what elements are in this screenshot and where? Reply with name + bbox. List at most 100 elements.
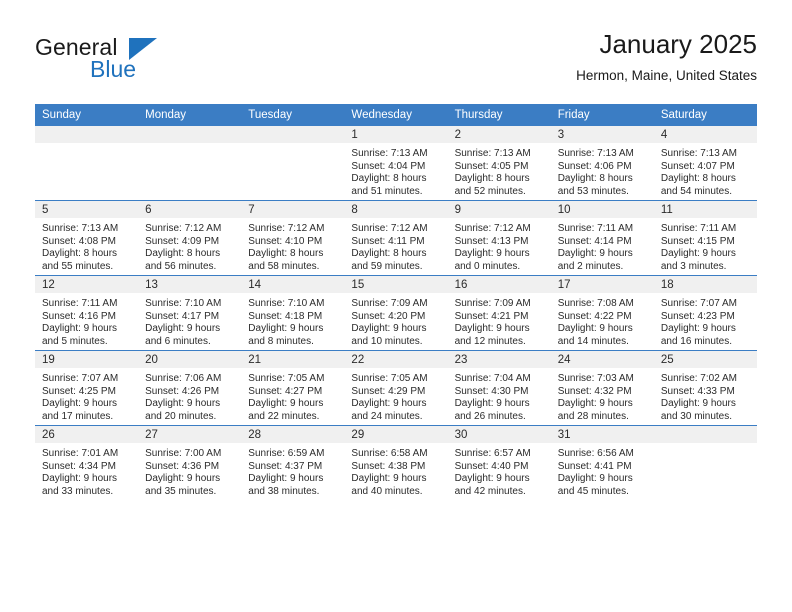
day-details: Sunrise: 7:03 AM Sunset: 4:32 PM Daylight:… [551, 368, 654, 423]
calendar-week-row: 26 Sunrise: 7:01 AM Sunset: 4:34 PM Dayligh… [35, 425, 757, 500]
day-details [654, 443, 757, 448]
day-cell[interactable]: 24 Sunrise: 7:03 AM Sunset: 4:32 PM Dayligh… [550, 350, 654, 426]
day-cell-empty [241, 126, 345, 201]
day-number [35, 126, 139, 143]
day-cell[interactable]: 23 Sunrise: 7:04 AM Sunset: 4:30 PM Dayligh… [447, 350, 551, 426]
day-number: 31 [550, 426, 654, 443]
day-cell[interactable]: 27 Sunrise: 7:00 AM Sunset: 4:36 PM Dayligh… [138, 425, 242, 500]
day-number: 27 [138, 426, 242, 443]
day-details: Sunrise: 7:12 AM Sunset: 4:09 PM Daylight:… [138, 218, 241, 273]
day-details: Sunrise: 6:59 AM Sunset: 4:37 PM Daylight:… [241, 443, 344, 498]
day-cell[interactable]: 2 Sunrise: 7:13 AM Sunset: 4:05 PM Daylight… [447, 126, 551, 201]
day-details: Sunrise: 7:11 AM Sunset: 4:16 PM Daylight:… [35, 293, 138, 348]
day-cell[interactable]: 17 Sunrise: 7:08 AM Sunset: 4:22 PM Dayligh… [550, 275, 654, 351]
sunrise-text: Sunrise: 6:56 AM [557, 448, 634, 459]
daylight-text-line2: and 10 minutes. [351, 335, 423, 347]
day-number: 13 [138, 276, 242, 293]
day-details [35, 143, 138, 148]
day-cell[interactable]: 30 Sunrise: 6:57 AM Sunset: 4:40 PM Dayligh… [447, 425, 551, 500]
day-cell[interactable]: 28 Sunrise: 6:59 AM Sunset: 4:37 PM Dayligh… [241, 425, 345, 500]
general-blue-logo[interactable]: General Blue [35, 34, 215, 90]
daylight-text-line1: Daylight: 8 hours [248, 248, 324, 260]
day-cell[interactable]: 31 Sunrise: 6:56 AM Sunset: 4:41 PM Dayligh… [550, 425, 654, 500]
sunset-text: Sunset: 4:32 PM [557, 385, 632, 397]
day-cell[interactable]: 3 Sunrise: 7:13 AM Sunset: 4:06 PM Daylight… [550, 126, 654, 201]
day-cell[interactable]: 22 Sunrise: 7:05 AM Sunset: 4:29 PM Dayligh… [344, 350, 448, 426]
weekday-header-friday: Friday [550, 104, 654, 126]
sunrise-text: Sunrise: 7:13 AM [42, 223, 119, 234]
day-details: Sunrise: 7:02 AM Sunset: 4:33 PM Daylight:… [654, 368, 757, 423]
daylight-text-line2: and 38 minutes. [248, 485, 320, 497]
day-cell[interactable]: 12 Sunrise: 7:11 AM Sunset: 4:16 PM Dayligh… [35, 275, 139, 351]
day-cell[interactable]: 20 Sunrise: 7:06 AM Sunset: 4:26 PM Dayligh… [138, 350, 242, 426]
day-cell[interactable]: 1 Sunrise: 7:13 AM Sunset: 4:04 PM Daylight… [344, 126, 448, 201]
day-cell[interactable]: 4 Sunrise: 7:13 AM Sunset: 4:07 PM Daylight… [653, 126, 757, 201]
sunrise-text: Sunrise: 7:06 AM [145, 373, 222, 384]
day-details: Sunrise: 7:08 AM Sunset: 4:22 PM Daylight:… [551, 293, 654, 348]
sunrise-text: Sunrise: 7:08 AM [557, 298, 634, 309]
day-number [653, 426, 757, 443]
day-number: 11 [653, 201, 757, 218]
daylight-text-line1: Daylight: 9 hours [557, 323, 633, 335]
day-number: 8 [344, 201, 448, 218]
day-cell[interactable]: 26 Sunrise: 7:01 AM Sunset: 4:34 PM Dayligh… [35, 425, 139, 500]
daylight-text-line2: and 30 minutes. [660, 410, 733, 422]
daylight-text-line1: Daylight: 9 hours [557, 248, 633, 260]
day-number: 21 [241, 351, 345, 368]
day-cell[interactable]: 6 Sunrise: 7:12 AM Sunset: 4:09 PM Daylight… [138, 200, 242, 276]
calendar-page: General Blue January 2025 Hermon, Maine,… [0, 0, 792, 612]
daylight-text-line2: and 53 minutes. [557, 185, 629, 197]
day-cell[interactable]: 16 Sunrise: 7:09 AM Sunset: 4:21 PM Dayligh… [447, 275, 551, 351]
day-cell[interactable]: 29 Sunrise: 6:58 AM Sunset: 4:38 PM Dayligh… [344, 425, 448, 500]
sunset-text: Sunset: 4:34 PM [42, 460, 116, 472]
day-details: Sunrise: 7:00 AM Sunset: 4:36 PM Daylight:… [138, 443, 241, 498]
sunset-text: Sunset: 4:09 PM [145, 235, 220, 247]
sunrise-text: Sunrise: 7:13 AM [557, 148, 634, 159]
day-cell[interactable]: 13 Sunrise: 7:10 AM Sunset: 4:17 PM Dayligh… [138, 275, 242, 351]
daylight-text-line1: Daylight: 9 hours [351, 473, 427, 485]
day-cell[interactable]: 11 Sunrise: 7:11 AM Sunset: 4:15 PM Dayligh… [653, 200, 757, 276]
daylight-text-line1: Daylight: 9 hours [145, 473, 221, 485]
daylight-text-line1: Daylight: 8 hours [351, 248, 427, 260]
day-cell[interactable]: 25 Sunrise: 7:02 AM Sunset: 4:33 PM Dayligh… [653, 350, 757, 426]
day-cell[interactable]: 9 Sunrise: 7:12 AM Sunset: 4:13 PM Daylight… [447, 200, 551, 276]
sunrise-text: Sunrise: 7:03 AM [557, 373, 634, 384]
day-number: 14 [241, 276, 345, 293]
daylight-text-line1: Daylight: 9 hours [454, 323, 530, 335]
daylight-text-line1: Daylight: 9 hours [557, 398, 633, 410]
day-cell[interactable]: 15 Sunrise: 7:09 AM Sunset: 4:20 PM Dayligh… [344, 275, 448, 351]
daylight-text-line1: Daylight: 8 hours [557, 173, 633, 185]
day-cell-empty [138, 126, 242, 201]
daylight-text-line2: and 2 minutes. [557, 260, 624, 272]
day-cell[interactable]: 14 Sunrise: 7:10 AM Sunset: 4:18 PM Dayligh… [241, 275, 345, 351]
daylight-text-line2: and 24 minutes. [351, 410, 423, 422]
weekday-header-row: Sunday Monday Tuesday Wednesday Thursday… [35, 104, 757, 126]
sunset-text: Sunset: 4:22 PM [557, 310, 632, 322]
daylight-text-line1: Daylight: 8 hours [145, 248, 221, 260]
daylight-text-line2: and 35 minutes. [145, 485, 217, 497]
daylight-text-line2: and 56 minutes. [145, 260, 217, 272]
day-cell[interactable]: 18 Sunrise: 7:07 AM Sunset: 4:23 PM Dayligh… [653, 275, 757, 351]
calendar-week-row: 12 Sunrise: 7:11 AM Sunset: 4:16 PM Dayligh… [35, 275, 757, 351]
logo-word-blue: Blue [90, 56, 137, 82]
sunrise-text: Sunrise: 7:12 AM [145, 223, 222, 234]
day-number: 26 [35, 426, 139, 443]
sunset-text: Sunset: 4:30 PM [454, 385, 529, 397]
sunrise-text: Sunrise: 6:57 AM [454, 448, 531, 459]
day-cell[interactable]: 7 Sunrise: 7:12 AM Sunset: 4:10 PM Daylight… [241, 200, 345, 276]
day-number: 1 [344, 126, 448, 143]
day-cell[interactable]: 21 Sunrise: 7:05 AM Sunset: 4:27 PM Dayligh… [241, 350, 345, 426]
day-cell[interactable]: 19 Sunrise: 7:07 AM Sunset: 4:25 PM Dayligh… [35, 350, 139, 426]
day-details: Sunrise: 7:07 AM Sunset: 4:23 PM Daylight:… [654, 293, 757, 348]
daylight-text-line2: and 14 minutes. [557, 335, 629, 347]
day-number: 25 [653, 351, 757, 368]
daylight-text-line1: Daylight: 9 hours [660, 398, 736, 410]
sunrise-text: Sunrise: 7:11 AM [557, 223, 634, 234]
day-cell[interactable]: 10 Sunrise: 7:11 AM Sunset: 4:14 PM Dayligh… [550, 200, 654, 276]
sunset-text: Sunset: 4:08 PM [42, 235, 116, 247]
daylight-text-line1: Daylight: 9 hours [557, 473, 633, 485]
sunset-text: Sunset: 4:29 PM [351, 385, 426, 397]
day-cell[interactable]: 8 Sunrise: 7:12 AM Sunset: 4:11 PM Daylight… [344, 200, 448, 276]
weekday-header-wednesday: Wednesday [344, 104, 448, 126]
day-cell[interactable]: 5 Sunrise: 7:13 AM Sunset: 4:08 PM Daylight… [35, 200, 139, 276]
